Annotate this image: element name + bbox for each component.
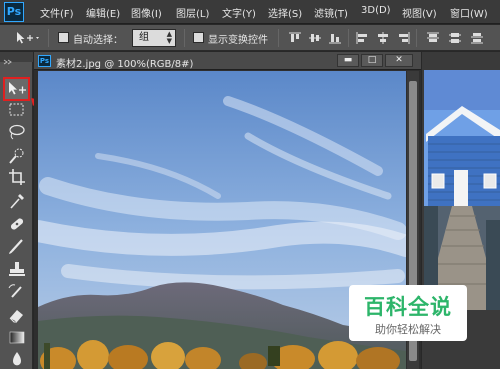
auto-select-value: 组 [139,32,149,43]
distribute-top-icon[interactable] [426,32,440,44]
align-right-icon[interactable] [396,32,410,44]
move-tool-button[interactable] [3,77,30,101]
panel-collapse-grip[interactable] [0,52,33,65]
photoshop-logo: Ps [4,2,24,22]
menu-image[interactable]: 图像(I) [131,5,162,20]
options-bar: 自动选择： 组 ▲ ▼ 显示变换控件 [0,25,500,51]
menu-edit[interactable]: 编辑(E) [86,5,120,20]
gradient-tool-button[interactable] [5,327,28,347]
menu-file[interactable]: 文件(F) [40,5,74,20]
dropdown-arrows-icon: ▲ ▼ [166,30,172,45]
move-tool-icon [17,32,39,44]
menu-select[interactable]: 选择(S) [268,5,302,20]
options-separator [184,29,185,47]
clone-stamp-icon [9,262,25,276]
menu-window[interactable]: 窗口(W) [450,5,488,20]
menu-type[interactable]: 文字(Y) [222,5,256,20]
healing-brush-button[interactable] [5,214,28,234]
lasso-tool-icon [9,124,25,140]
distribute-center-icon[interactable] [448,32,462,44]
move-tool-icon [9,82,26,95]
document-ps-icon: Ps [38,55,51,67]
eraser-tool-icon [9,310,23,323]
align-top-icon[interactable] [288,32,302,44]
history-brush-icon [8,284,22,298]
background-document-canvas[interactable] [424,70,500,310]
healing-brush-icon [10,218,24,230]
align-vertical-center-icon[interactable] [308,32,322,44]
document-titlebar[interactable]: Ps 素材2.jpg @ 100%(RGB/8#) ▬ □ ✕ [34,52,421,70]
distribute-bottom-icon[interactable] [470,32,484,44]
maximize-button[interactable]: □ [361,54,383,67]
double-arrow-icon [3,59,12,65]
menu-filter[interactable]: 滤镜(T) [314,5,348,20]
document-title: 素材2.jpg @ 100%(RGB/8#) [56,59,194,70]
eraser-tool-button[interactable] [5,305,28,325]
clone-stamp-button[interactable] [5,260,28,280]
baike-watermark: 百科全说 助你轻松解决 [349,285,467,341]
auto-select-dropdown[interactable]: 组 ▲ ▼ [132,29,176,47]
options-separator [348,29,349,47]
gradient-tool-icon [9,331,25,344]
lasso-tool-button[interactable] [5,122,28,142]
blur-tool-icon [13,352,21,366]
menu-3d[interactable]: 3D(D) [361,5,391,16]
watermark-subtitle: 助你轻松解决 [375,323,441,336]
close-button[interactable]: ✕ [385,54,413,67]
blur-tool-button[interactable] [5,349,28,369]
options-separator [278,29,279,47]
options-separator [48,29,49,47]
quick-select-tool-button[interactable] [5,146,28,166]
menu-bar: Ps 文件(F) 编辑(E) 图像(I) 图层(L) 文字(Y) 选择(S) 滤… [0,0,500,24]
quick-select-tool-icon [9,148,24,164]
auto-select-checkbox[interactable] [58,32,69,43]
tool-preset-picker[interactable] [14,30,42,46]
align-bottom-icon[interactable] [328,32,342,44]
menu-layer[interactable]: 图层(L) [176,5,209,20]
menu-view[interactable]: 视图(V) [402,5,437,20]
align-horizontal-center-icon[interactable] [376,32,390,44]
crop-tool-icon [9,169,25,185]
blue-house-photo [424,70,500,310]
eyedropper-tool-icon [10,194,24,209]
brush-tool-button[interactable] [5,236,28,256]
watermark-title: 百科全说 [364,295,452,319]
crop-tool-button[interactable] [5,167,28,187]
show-transform-label: 显示变换控件 [208,35,268,46]
show-transform-checkbox[interactable] [193,32,204,43]
eyedropper-tool-button[interactable] [5,191,28,211]
align-left-icon[interactable] [356,32,370,44]
marquee-tool-button[interactable] [5,100,28,120]
brush-tool-icon [9,239,23,254]
auto-select-label: 自动选择： [73,35,123,46]
history-brush-button[interactable] [5,282,28,302]
marquee-tool-icon [9,103,24,116]
options-separator [416,29,417,47]
minimize-button[interactable]: ▬ [337,54,359,67]
